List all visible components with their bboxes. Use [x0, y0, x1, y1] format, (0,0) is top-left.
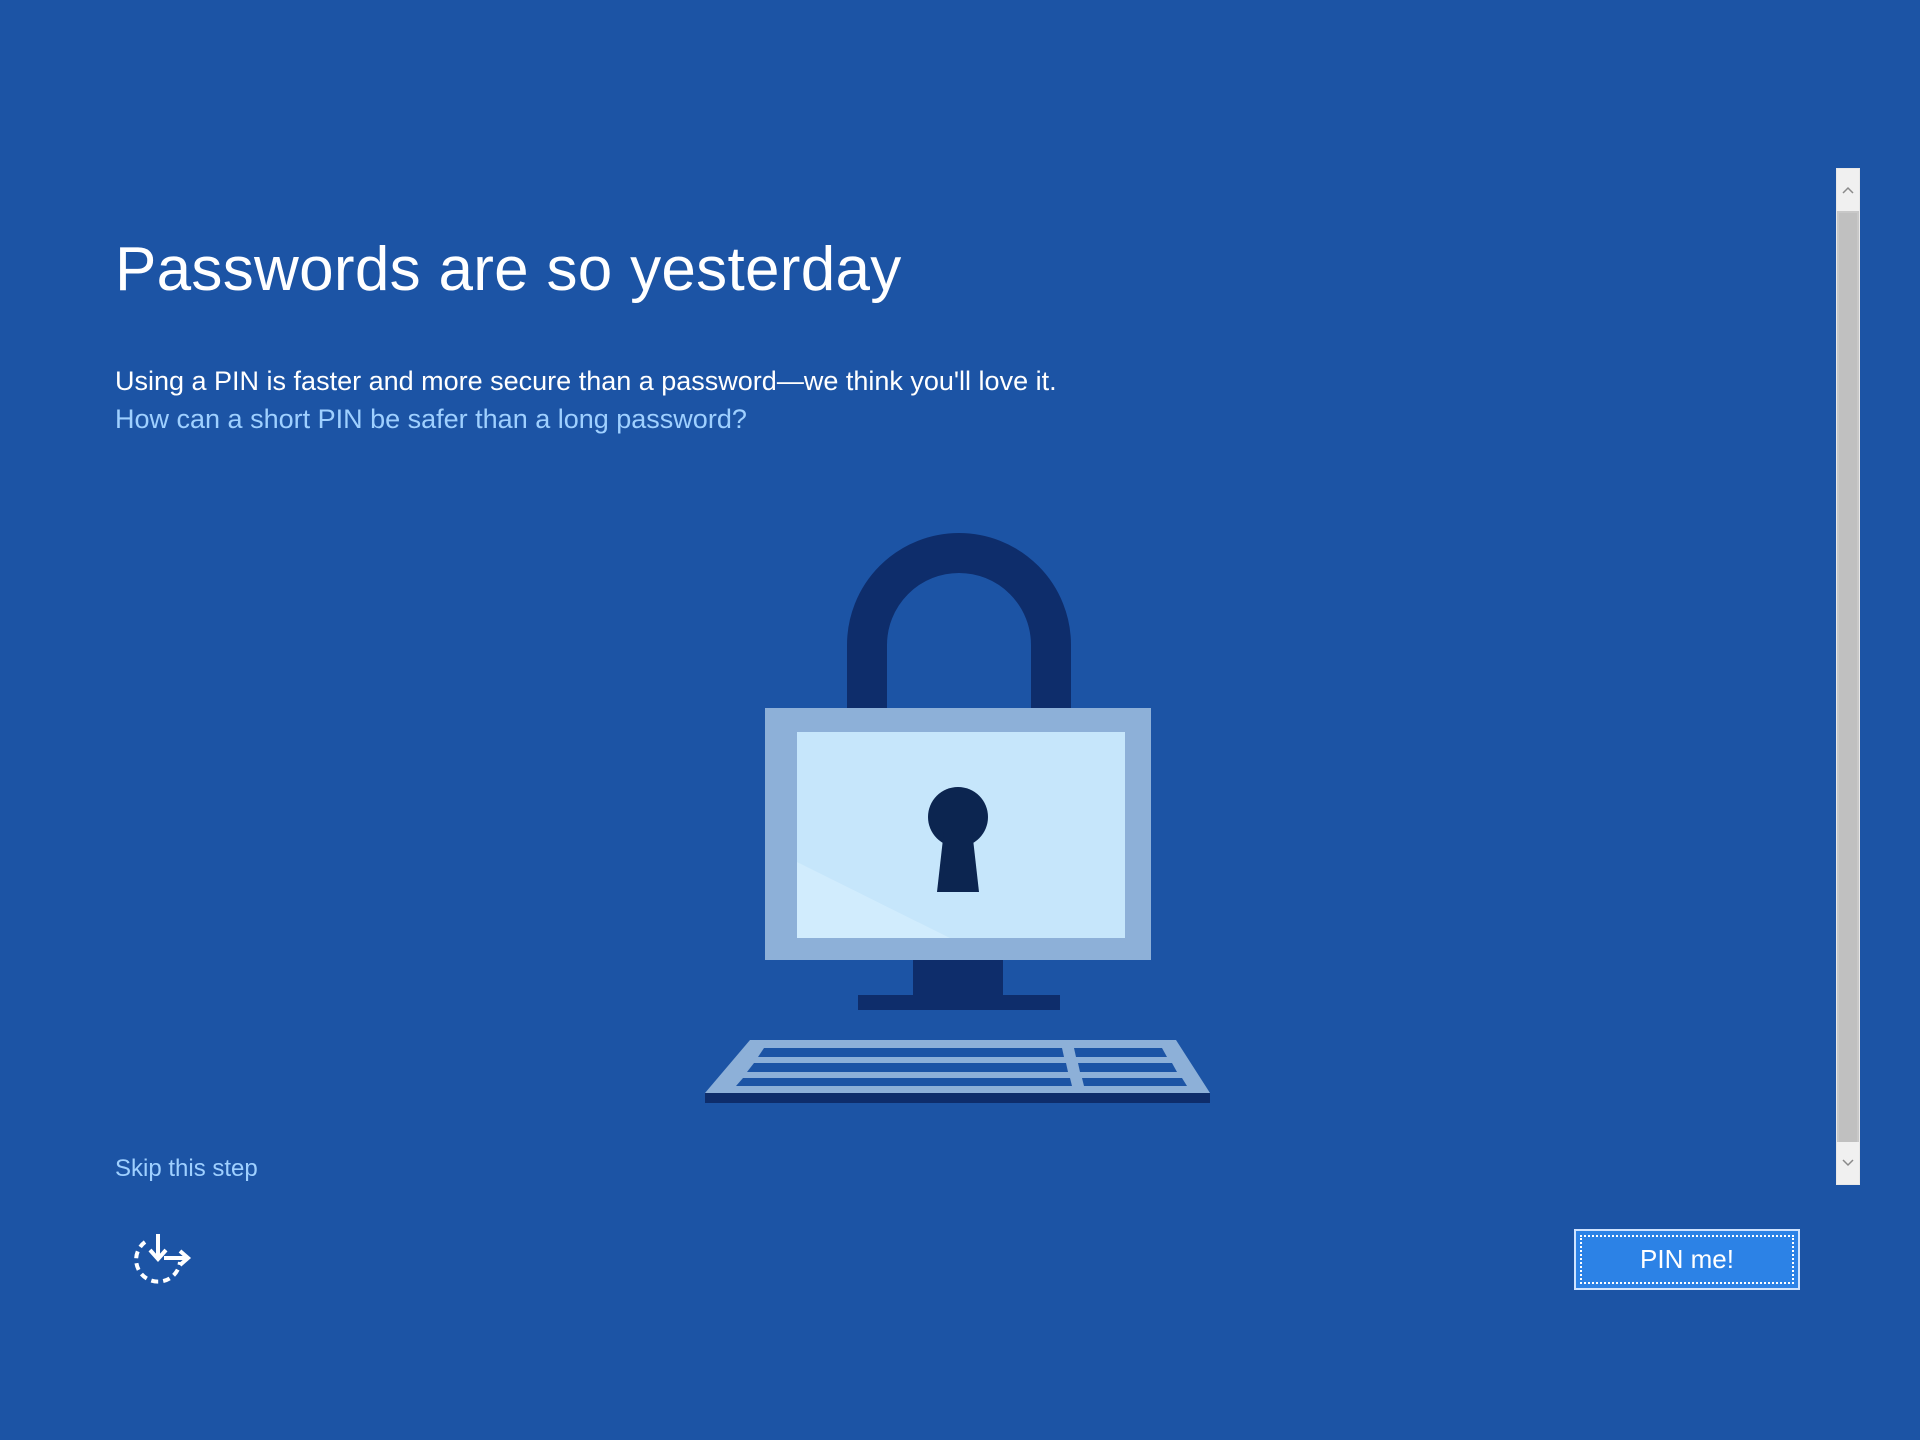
monitor-stand: [913, 960, 1003, 995]
pin-me-button[interactable]: PIN me!: [1574, 1229, 1800, 1290]
pin-help-link[interactable]: How can a short PIN be safer than a long…: [115, 400, 747, 438]
keyboard-key-row: [1078, 1063, 1177, 1072]
keyboard-key-row: [758, 1048, 1064, 1057]
scrollbar-thumb[interactable]: [1839, 213, 1857, 1142]
ease-of-access-icon[interactable]: [124, 1232, 192, 1292]
scroll-down-button[interactable]: [1837, 1142, 1859, 1184]
monitor-base: [858, 995, 1060, 1010]
page-title: Passwords are so yesterday: [115, 235, 902, 304]
vertical-scrollbar[interactable]: [1836, 168, 1860, 1185]
keyboard-edge: [705, 1093, 1210, 1103]
padlock-shackle: [847, 533, 1071, 708]
padlock-computer-illustration: [700, 525, 1215, 1110]
skip-step-link[interactable]: Skip this step: [115, 1152, 258, 1186]
keyboard-key-row: [1074, 1048, 1167, 1057]
oobe-pin-setup-page: Passwords are so yesterday Using a PIN i…: [0, 0, 1920, 1440]
padlock-computer-icon: [705, 533, 1210, 1103]
keyboard-key-row: [736, 1078, 1072, 1086]
keyboard-key-row: [1082, 1078, 1187, 1086]
keyhole-slot: [937, 830, 979, 892]
scroll-up-button[interactable]: [1837, 169, 1859, 211]
chevron-down-icon: [1842, 1159, 1854, 1167]
page-description: Using a PIN is faster and more secure th…: [115, 366, 1057, 396]
chevron-up-icon: [1842, 186, 1854, 194]
keyboard-key-row: [747, 1063, 1068, 1072]
